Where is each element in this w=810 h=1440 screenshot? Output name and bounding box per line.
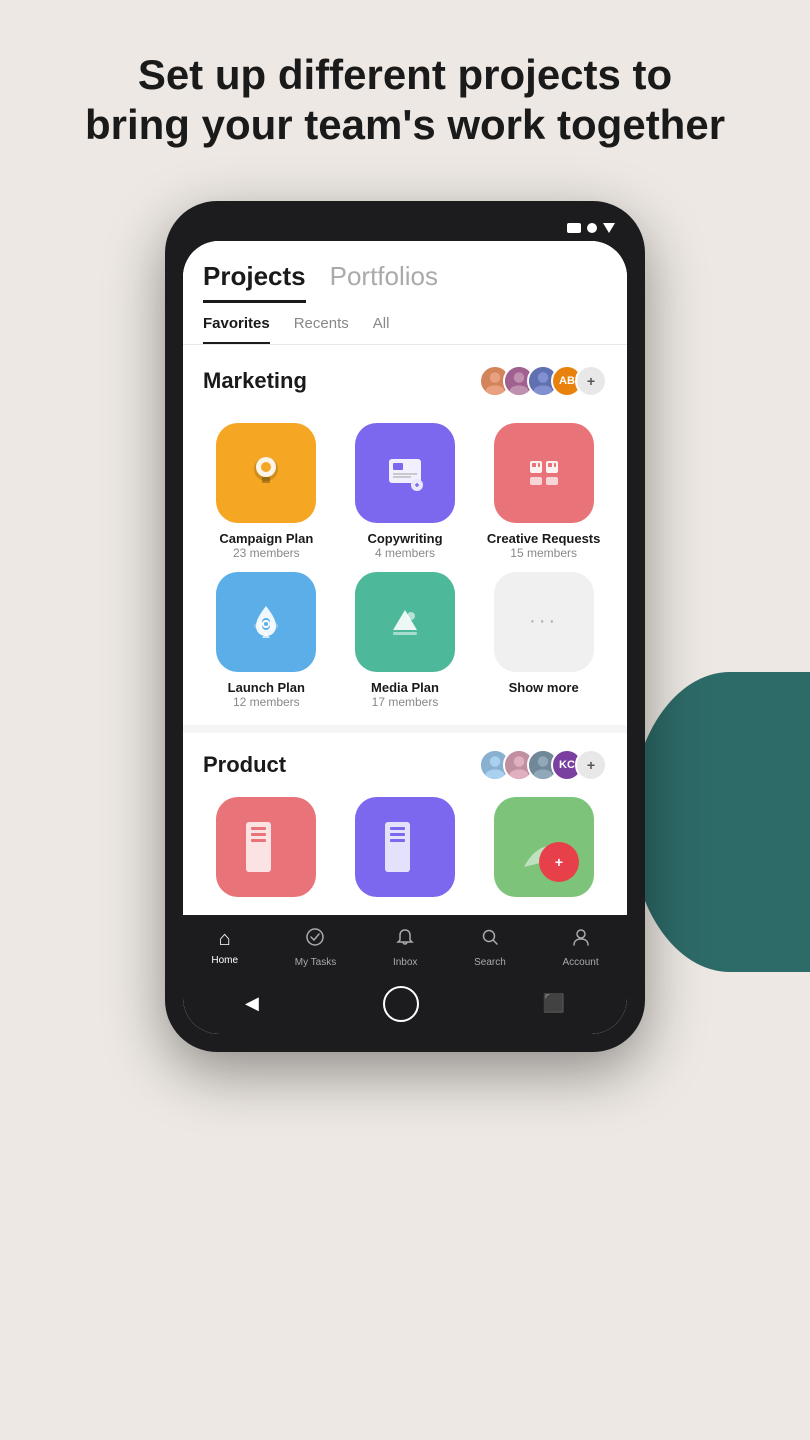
show-more-dots: ··· — [529, 610, 558, 633]
nav-search[interactable]: Search — [474, 927, 506, 968]
media-plan-icon — [355, 572, 455, 672]
android-square-btn[interactable]: ⬛ — [543, 993, 565, 1014]
show-more-icon: ··· — [494, 572, 594, 672]
android-home-btn[interactable] — [383, 986, 419, 1022]
subtab-recents[interactable]: Recents — [294, 315, 349, 344]
product-project-1[interactable] — [203, 797, 330, 905]
media-plan-name: Media Plan — [371, 680, 439, 695]
creative-requests-icon — [494, 423, 594, 523]
search-icon — [480, 927, 500, 953]
media-plan-members: 17 members — [372, 695, 439, 709]
nav-account[interactable]: Account — [563, 927, 599, 968]
copywriting-icon — [355, 423, 455, 523]
sub-tabs: Favorites Recents All — [183, 303, 627, 345]
nav-home-label: Home — [211, 955, 238, 966]
campaign-plan-icon — [216, 423, 316, 523]
subtab-all[interactable]: All — [373, 315, 390, 344]
marketing-title: Marketing — [203, 368, 307, 394]
project-campaign-plan[interactable]: Campaign Plan 23 members — [203, 423, 330, 560]
show-more-item[interactable]: ··· Show more — [480, 572, 607, 709]
campaign-plan-name: Campaign Plan — [219, 531, 313, 546]
nav-my-tasks[interactable]: My Tasks — [295, 927, 337, 968]
product-avatar-plus: + — [575, 749, 607, 781]
bell-icon — [395, 927, 415, 953]
project-copywriting[interactable]: Copywriting 4 members — [342, 423, 469, 560]
product-icon-3: + — [494, 797, 594, 897]
check-circle-icon — [305, 927, 325, 953]
product-icon-1 — [216, 797, 316, 897]
hero-heading: Set up different projects to bring your … — [0, 0, 810, 181]
campaign-plan-members: 23 members — [233, 546, 300, 560]
creative-requests-name: Creative Requests — [487, 531, 600, 546]
home-icon: ⌂ — [219, 928, 231, 951]
nav-home[interactable]: ⌂ Home — [211, 928, 238, 966]
product-avatars: KC + — [479, 749, 607, 781]
header-tabs: Projects Portfolios — [203, 261, 607, 303]
teal-decoration — [630, 672, 810, 972]
person-icon — [571, 927, 591, 953]
product-projects-grid: + — [203, 797, 607, 905]
marketing-avatars: AB + — [479, 365, 607, 397]
status-battery-icon — [603, 223, 615, 233]
avatar-plus: + — [575, 365, 607, 397]
product-icon-2 — [355, 797, 455, 897]
launch-plan-name: Launch Plan — [228, 680, 305, 695]
status-wifi-icon — [587, 223, 597, 233]
bottom-nav: ⌂ Home My Tasks — [183, 915, 627, 976]
android-back-btn[interactable]: ◀ — [245, 993, 259, 1014]
show-more-label: Show more — [509, 680, 579, 695]
launch-plan-icon — [216, 572, 316, 672]
product-title: Product — [203, 752, 286, 778]
marketing-projects-grid: Campaign Plan 23 members — [183, 423, 627, 725]
app-content: Projects Portfolios Favorites Recents Al… — [183, 241, 627, 1034]
nav-account-label: Account — [563, 957, 599, 968]
project-media-plan[interactable]: Media Plan 17 members — [342, 572, 469, 709]
launch-plan-members: 12 members — [233, 695, 300, 709]
subtab-favorites[interactable]: Favorites — [203, 315, 270, 344]
product-section: Product — [183, 725, 627, 915]
marketing-section-header: Marketing — [183, 345, 627, 423]
status-signal-icon — [567, 223, 581, 233]
tab-projects[interactable]: Projects — [203, 261, 306, 303]
nav-tasks-label: My Tasks — [295, 957, 337, 968]
nav-inbox[interactable]: Inbox — [393, 927, 417, 968]
product-project-2[interactable] — [342, 797, 469, 905]
tab-portfolios[interactable]: Portfolios — [330, 261, 438, 303]
copywriting-name: Copywriting — [367, 531, 442, 546]
android-nav-bar: ◀ ⬛ — [183, 976, 627, 1034]
nav-inbox-label: Inbox — [393, 957, 417, 968]
creative-requests-members: 15 members — [510, 546, 577, 560]
status-bar — [183, 219, 627, 241]
project-launch-plan[interactable]: Launch Plan 12 members — [203, 572, 330, 709]
product-project-3[interactable]: + — [480, 797, 607, 905]
nav-search-label: Search — [474, 957, 506, 968]
copywriting-members: 4 members — [375, 546, 435, 560]
app-header: Projects Portfolios — [183, 241, 627, 303]
svg-text:+: + — [555, 854, 563, 870]
phone-screen: Projects Portfolios Favorites Recents Al… — [183, 241, 627, 1034]
phone-device: Projects Portfolios Favorites Recents Al… — [165, 201, 645, 1052]
project-creative-requests[interactable]: Creative Requests 15 members — [480, 423, 607, 560]
